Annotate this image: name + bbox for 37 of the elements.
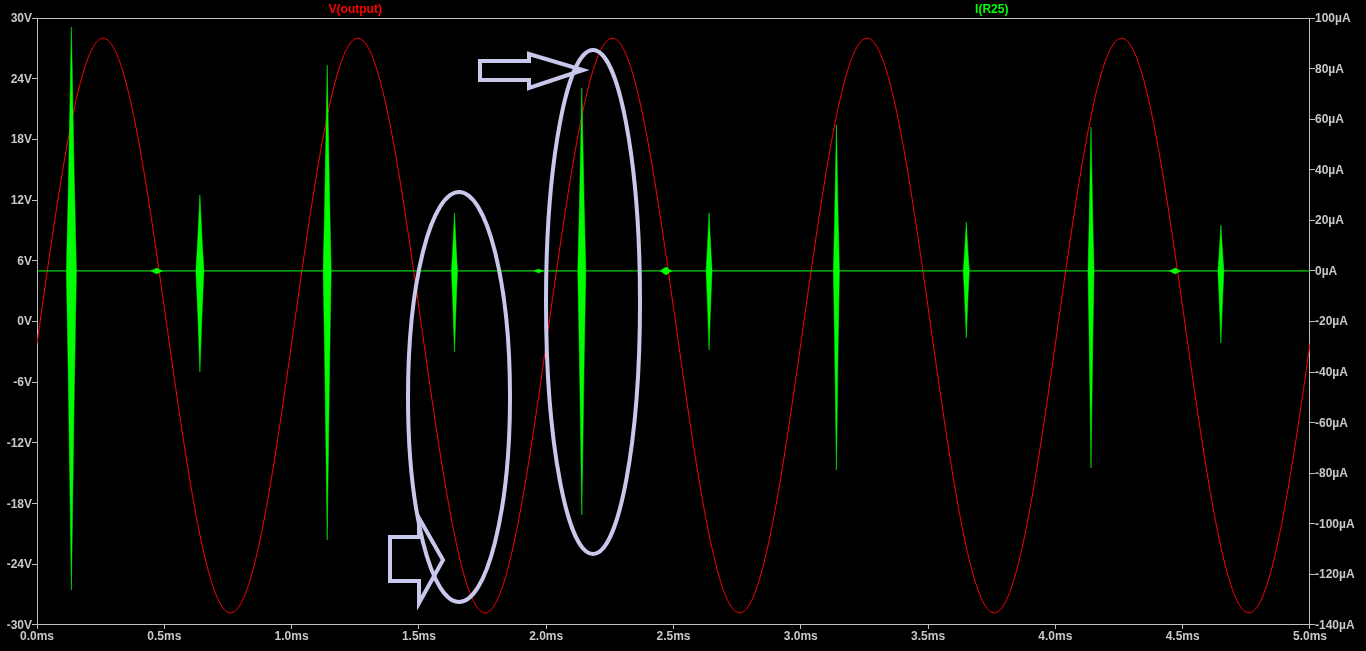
axis-label: 100µA [1315,11,1351,25]
trace-label: V(output) [328,2,382,16]
axis-label: 20µA [1315,213,1344,228]
axis-label: -60µA [1315,415,1348,430]
axis-label: -24V [6,557,32,572]
axis-label: -20µA [1315,314,1348,329]
axis-label: 3.5ms [911,629,946,643]
axis-label: 80µA [1315,61,1344,76]
axis-label: -120µA [1315,567,1355,582]
axis-label: 30V [10,11,32,25]
axis-label: 24V [10,71,32,86]
axis-label: 2.0ms [529,629,564,643]
axis-label: 4.0ms [1038,629,1073,643]
axis-label: -30V [6,617,32,632]
axis-label: -80µA [1315,466,1348,481]
axis-label: 0µA [1315,263,1338,278]
axis-label: 0.5ms [147,629,182,643]
axis-label: -18V [6,496,32,511]
axis-label: 1.0ms [274,629,309,643]
axis-label: 3.0ms [783,629,818,643]
axis-label: 18V [10,132,32,147]
trace-label: I(R25) [975,2,1009,16]
axis-label: 60µA [1315,112,1344,127]
axis-label: 0.0ms [20,629,54,643]
axis-label: 0V [17,314,32,329]
axis-label: -100µA [1315,516,1355,531]
axis-label: 5.0ms [1292,629,1327,643]
axis-label: 1.5ms [401,629,436,643]
axis-label: 6V [17,253,32,268]
axis-label: -140µA [1315,617,1355,632]
axis-label: -40µA [1315,365,1348,380]
axis-label: -12V [6,435,32,450]
axis-label: 40µA [1315,162,1344,177]
axis-label: 2.5ms [656,629,691,643]
axis-label: -6V [13,375,32,390]
axis-label: 4.5ms [1165,629,1200,643]
axis-label: 12V [10,193,32,208]
